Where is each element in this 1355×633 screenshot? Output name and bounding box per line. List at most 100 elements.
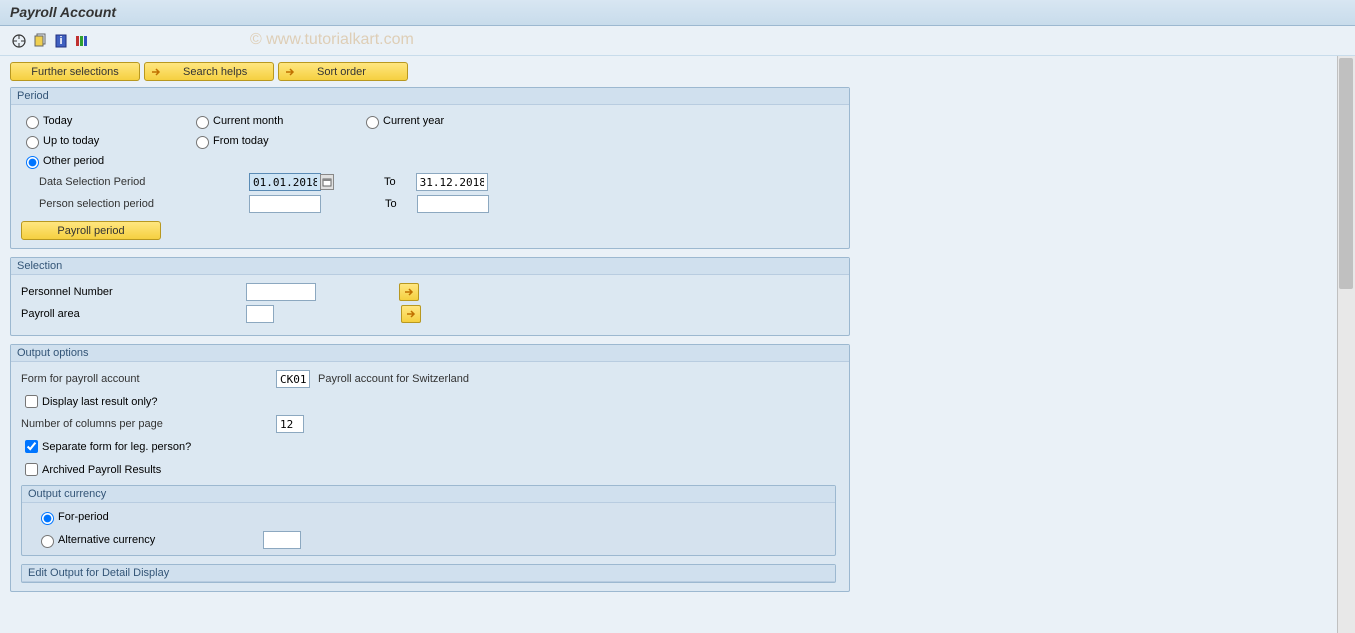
sort-order-button[interactable]: Sort order: [278, 62, 408, 81]
date-picker-icon[interactable]: [320, 174, 334, 190]
to-label: To: [384, 176, 396, 188]
archived-checkbox[interactable]: [25, 463, 38, 476]
output-options-title: Output options: [11, 345, 849, 362]
to-label: To: [385, 198, 397, 210]
arrow-right-icon: [149, 65, 163, 79]
edit-output-title: Edit Output for Detail Display: [22, 565, 835, 582]
further-selections-button[interactable]: Further selections: [10, 62, 140, 81]
title-bar: Payroll Account: [0, 0, 1355, 26]
radio-for-period[interactable]: For-period: [36, 509, 376, 525]
output-currency-groupbox: Output currency For-period Alternative c…: [21, 485, 836, 556]
num-cols-input[interactable]: [276, 415, 304, 433]
radio-current-month-input[interactable]: [196, 116, 209, 129]
alt-currency-input[interactable]: [263, 531, 301, 549]
radio-current-month[interactable]: Current month: [191, 113, 361, 129]
form-payroll-row: Form for payroll account Payroll account…: [21, 370, 839, 388]
multiple-selection-button[interactable]: [401, 305, 421, 323]
multiple-selection-button[interactable]: [399, 283, 419, 301]
button-label: Search helps: [183, 66, 247, 78]
output-options-groupbox: Output options Form for payroll account …: [10, 344, 850, 592]
payroll-area-input[interactable]: [246, 305, 274, 323]
radio-label: Current month: [213, 115, 283, 127]
radio-label: Alternative currency: [58, 534, 155, 546]
archived-checkbox-row[interactable]: Archived Payroll Results: [21, 460, 839, 479]
selection-groupbox: Selection Personnel Number Payroll area: [10, 257, 850, 336]
radio-label: For-period: [58, 511, 109, 523]
button-label: Payroll period: [57, 225, 124, 237]
button-label: Sort order: [317, 66, 366, 78]
person-selection-to-input[interactable]: [417, 195, 489, 213]
data-selection-to-input[interactable]: [416, 173, 488, 191]
separate-form-checkbox[interactable]: [25, 440, 38, 453]
checkbox-label: Separate form for leg. person?: [42, 441, 191, 453]
info-icon[interactable]: i: [52, 32, 70, 50]
scrollbar-thumb[interactable]: [1339, 58, 1353, 289]
arrow-right-icon: [283, 65, 297, 79]
checkbox-label: Archived Payroll Results: [42, 464, 161, 476]
person-selection-from-input[interactable]: [249, 195, 321, 213]
page-title: Payroll Account: [10, 4, 1345, 20]
num-cols-row: Number of columns per page: [21, 415, 839, 433]
radio-other-period-input[interactable]: [26, 156, 39, 169]
radio-current-year[interactable]: Current year: [361, 113, 531, 129]
display-last-checkbox[interactable]: [25, 395, 38, 408]
output-currency-title: Output currency: [22, 486, 835, 503]
payroll-area-row: Payroll area: [21, 305, 839, 323]
period-radio-row2: Up to today From today: [21, 133, 839, 149]
data-selection-period-row: Data Selection Period To: [21, 173, 839, 191]
content-area: Further selections Search helps Sort ord…: [0, 56, 1355, 633]
personnel-number-row: Personnel Number: [21, 283, 839, 301]
svg-text:i: i: [59, 35, 62, 47]
period-title: Period: [11, 88, 849, 105]
radio-alt-currency-input[interactable]: [41, 535, 54, 548]
payroll-period-button[interactable]: Payroll period: [21, 221, 161, 240]
main-window: Payroll Account i © www.tutorialkart.com…: [0, 0, 1355, 633]
data-selection-from-input[interactable]: [249, 173, 321, 191]
output-currency-body: For-period Alternative currency: [22, 503, 835, 555]
selection-body: Personnel Number Payroll area: [11, 275, 849, 335]
personnel-number-label: Personnel Number: [21, 286, 246, 298]
selection-title: Selection: [11, 258, 849, 275]
form-payroll-desc: Payroll account for Switzerland: [318, 373, 469, 385]
radio-from-today-input[interactable]: [196, 136, 209, 149]
radio-label: Today: [43, 115, 72, 127]
radio-today-input[interactable]: [26, 116, 39, 129]
radio-today[interactable]: Today: [21, 113, 191, 129]
person-selection-label: Person selection period: [39, 198, 249, 210]
radio-up-to-today[interactable]: Up to today: [21, 133, 191, 149]
toolbar: i © www.tutorialkart.com: [0, 26, 1355, 56]
period-radio-row3: Other period: [21, 153, 839, 169]
radio-label: Current year: [383, 115, 444, 127]
radio-label: From today: [213, 135, 269, 147]
radio-current-year-input[interactable]: [366, 116, 379, 129]
payroll-area-label: Payroll area: [21, 308, 246, 320]
variant-icon[interactable]: [31, 32, 49, 50]
execute-icon[interactable]: [10, 32, 28, 50]
personnel-number-input[interactable]: [246, 283, 316, 301]
search-helps-button[interactable]: Search helps: [144, 62, 274, 81]
period-body: Today Current month Current year Up to t: [11, 105, 849, 248]
checkbox-label: Display last result only?: [42, 396, 158, 408]
form-payroll-label: Form for payroll account: [21, 373, 276, 385]
form-payroll-input[interactable]: [276, 370, 310, 388]
button-label: Further selections: [31, 66, 118, 78]
period-radio-row1: Today Current month Current year: [21, 113, 839, 129]
radio-from-today[interactable]: From today: [191, 133, 361, 149]
person-selection-period-row: Person selection period To: [21, 195, 839, 213]
data-selection-label: Data Selection Period: [39, 176, 249, 188]
radio-for-period-input[interactable]: [41, 512, 54, 525]
output-options-body: Form for payroll account Payroll account…: [11, 362, 849, 591]
edit-output-groupbox: Edit Output for Detail Display: [21, 564, 836, 583]
watermark: © www.tutorialkart.com: [250, 31, 414, 49]
period-groupbox: Period Today Current month Current year: [10, 87, 850, 249]
radio-label: Up to today: [43, 135, 99, 147]
num-cols-label: Number of columns per page: [21, 418, 276, 430]
radio-alt-currency[interactable]: Alternative currency: [36, 532, 263, 548]
display-last-checkbox-row[interactable]: Display last result only?: [21, 392, 839, 411]
radio-other-period[interactable]: Other period: [21, 153, 191, 169]
radio-label: Other period: [43, 155, 104, 167]
vertical-scrollbar[interactable]: [1337, 56, 1355, 633]
columns-icon[interactable]: [73, 32, 91, 50]
separate-form-checkbox-row[interactable]: Separate form for leg. person?: [21, 437, 839, 456]
radio-up-to-today-input[interactable]: [26, 136, 39, 149]
